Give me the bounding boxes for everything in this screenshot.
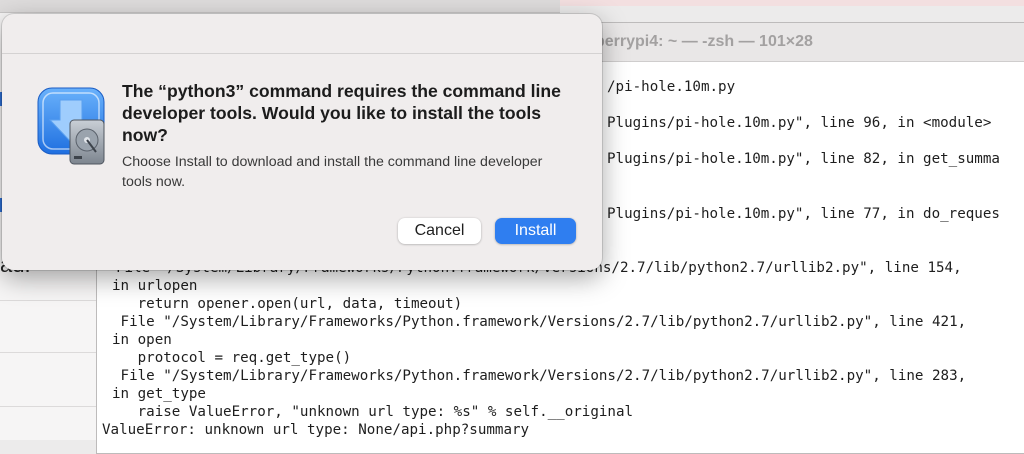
- terminal-line: File "/System/Library/Frameworks/Python.…: [112, 368, 967, 384]
- dialog-message: Choose Install to download and install t…: [122, 154, 543, 190]
- terminal-title: berrypi4: ~ — -zsh — 101×28: [595, 33, 813, 50]
- terminal-line: raise ValueError, "unknown url type: %s"…: [112, 404, 634, 420]
- cancel-button[interactable]: Cancel: [398, 218, 481, 244]
- terminal-line: Plugins/pi-hole.10m.py", line 82, in get…: [607, 151, 1000, 167]
- terminal-line: /pi-hole.10m.py: [607, 79, 736, 95]
- terminal-line: Plugins/pi-hole.10m.py", line 96, in <mo…: [607, 115, 992, 131]
- install-developer-tools-dialog: The “python3” command requires the comma…: [2, 14, 602, 270]
- dialog-title: The “python3” command requires the comma…: [122, 81, 561, 145]
- terminal-line: protocol = req.get_type(): [112, 350, 352, 366]
- background-window-toolbar: [0, 0, 560, 13]
- terminal-line: in open: [112, 332, 172, 348]
- terminal-line: in get_type: [112, 386, 206, 402]
- dialog-top-bar: [2, 14, 602, 54]
- terminal-line: Plugins/pi-hole.10m.py", line 77, in do_…: [607, 206, 1000, 222]
- xcode-developer-tools-installer-icon: [36, 86, 108, 172]
- terminal-line: in urlopen: [112, 278, 198, 294]
- install-button[interactable]: Install: [495, 218, 576, 244]
- terminal-line: File "/System/Library/Frameworks/Python.…: [112, 314, 967, 330]
- terminal-line: return opener.open(url, data, timeout): [112, 296, 463, 312]
- background-chrome-strip: [560, 0, 1024, 6]
- terminal-line: ValueError: unknown url type: None/api.p…: [102, 422, 530, 438]
